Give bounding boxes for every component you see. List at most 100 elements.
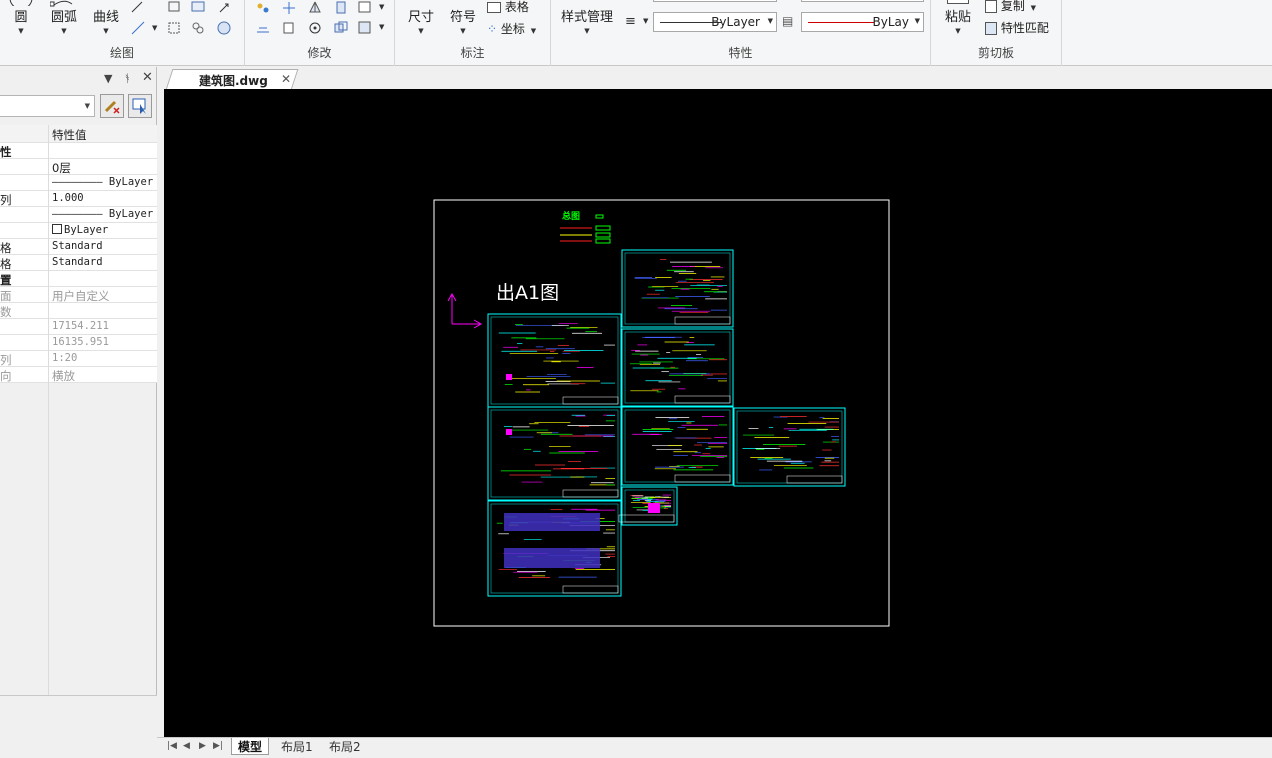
color-dropdown-icon[interactable]: ▼ bbox=[915, 17, 920, 25]
match-properties-button[interactable]: 特性匹配 bbox=[985, 19, 1049, 36]
sheet-titleblock bbox=[786, 475, 843, 484]
toggle-pickadd-button[interactable] bbox=[100, 94, 124, 118]
layer-color-icon[interactable]: ▤ bbox=[782, 14, 793, 28]
ucs-icon bbox=[447, 292, 483, 329]
property-row[interactable]: 向 横放 bbox=[0, 367, 157, 383]
paste-dropdown-icon[interactable]: ▼ bbox=[943, 26, 973, 36]
next-layout-icon[interactable]: ▶ bbox=[199, 741, 206, 751]
circle-button[interactable]: 圆 ▼ bbox=[8, 0, 34, 36]
copy-button[interactable]: 复制 ▼ bbox=[985, 0, 1036, 14]
property-row[interactable]: 性 bbox=[0, 143, 157, 159]
offset-icon[interactable] bbox=[255, 20, 271, 36]
property-row[interactable]: ———————— ByLayer bbox=[0, 207, 157, 223]
copy-dropdown-icon[interactable]: ▼ bbox=[1031, 4, 1036, 12]
style-manager-button[interactable]: 样式管理 ▼ bbox=[557, 0, 617, 36]
layout-tab[interactable]: 布局2 bbox=[323, 738, 367, 755]
property-value: Standard bbox=[52, 256, 103, 268]
property-row[interactable]: 0层 bbox=[0, 159, 157, 175]
explode-icon[interactable] bbox=[357, 20, 373, 36]
coord-dropdown-icon[interactable]: ▼ bbox=[531, 27, 536, 35]
coord-button[interactable]: ⁘ 坐标 ▼ bbox=[487, 20, 536, 37]
layout-tab[interactable]: 布局1 bbox=[275, 738, 319, 755]
value-column-header: 特性值 bbox=[52, 128, 87, 142]
property-row[interactable]: ———————— ByLayer bbox=[0, 175, 157, 191]
sheet-titleblock bbox=[562, 585, 619, 594]
symbol-button[interactable]: 符号 ▼ bbox=[449, 0, 477, 36]
property-row[interactable]: 置 bbox=[0, 271, 157, 287]
ribbon: 圆 ▼ 圆弧 ▼ 曲线 ▼ ▼ 绘图 ▼ ▼ 修改 尺寸 ▼ 符号 ▼ 表格 ⁘… bbox=[0, 0, 1272, 66]
property-row[interactable]: 格 Standard bbox=[0, 255, 157, 271]
elevation-fill bbox=[504, 513, 600, 531]
array-icon[interactable] bbox=[333, 20, 349, 36]
point-icon[interactable] bbox=[216, 0, 232, 16]
property-table: 特性值 性 0层 ———————— ByLayer 列 1.000 ———————— By… bbox=[0, 125, 157, 383]
circle-dropdown-icon[interactable]: ▼ bbox=[8, 26, 34, 36]
dimension-button[interactable]: 尺寸 ▼ bbox=[407, 0, 435, 36]
panel-close-icon[interactable]: ✕ bbox=[142, 70, 153, 85]
property-row[interactable]: 数 bbox=[0, 303, 157, 319]
selection-combo[interactable]: ▼ bbox=[0, 95, 95, 117]
selection-dropdown-icon[interactable]: ▼ bbox=[85, 102, 90, 110]
linetype-dropdown-icon[interactable]: ▼ bbox=[768, 17, 773, 25]
hatch-icon[interactable] bbox=[166, 0, 182, 16]
drawing-viewport[interactable]: 总图 出A1图 bbox=[164, 89, 1272, 737]
cloud-icon[interactable] bbox=[190, 20, 206, 36]
drawing-canvas[interactable]: 总图 出A1图 bbox=[164, 89, 1272, 737]
sheet-border bbox=[487, 406, 622, 501]
pin-icon[interactable]: ᚬ bbox=[124, 72, 131, 85]
sheet-titleblock bbox=[562, 489, 619, 498]
boundary-icon[interactable] bbox=[166, 20, 182, 36]
property-row[interactable]: 16135.951 bbox=[0, 335, 157, 351]
ray-dropdown-icon[interactable]: ▼ bbox=[152, 24, 157, 32]
sheet-border bbox=[621, 406, 734, 486]
property-value: Standard bbox=[52, 240, 103, 252]
property-row[interactable]: 列 1:20 bbox=[0, 351, 157, 367]
style-manager-dropdown-icon[interactable]: ▼ bbox=[557, 26, 617, 36]
curve-dropdown-icon[interactable]: ▼ bbox=[92, 26, 120, 36]
lineweight-icon[interactable]: ≡ bbox=[625, 14, 636, 29]
panel-menu-icon[interactable]: ▼ bbox=[104, 72, 112, 85]
property-row[interactable]: 面 用户自定义 bbox=[0, 287, 157, 303]
symbol-dropdown-icon[interactable]: ▼ bbox=[449, 26, 477, 36]
move-icon[interactable] bbox=[255, 0, 271, 16]
modify-group-title: 修改 bbox=[307, 46, 332, 60]
ray-icon[interactable] bbox=[130, 20, 146, 36]
property-row[interactable]: 格 Standard bbox=[0, 239, 157, 255]
table-button[interactable]: 表格 bbox=[487, 0, 529, 15]
annotate-group-title: 标注 bbox=[460, 46, 485, 60]
copy-object-icon[interactable] bbox=[281, 20, 297, 36]
arc-dropdown-icon[interactable]: ▼ bbox=[50, 26, 78, 36]
lineweight-dropdown-icon[interactable]: ▼ bbox=[643, 17, 648, 25]
linetype-combo[interactable]: ByLayer ▼ bbox=[653, 12, 777, 32]
mirror-icon[interactable] bbox=[307, 0, 323, 16]
region-icon[interactable] bbox=[190, 0, 206, 16]
ellipse-icon[interactable] bbox=[216, 20, 232, 36]
last-layout-icon[interactable]: ▶| bbox=[213, 741, 223, 751]
properties-panel: ▼ ᚬ ✕ ▼ 特性值 性 0层 ———————— ByLayer 列 1.000 ———… bbox=[0, 67, 157, 758]
trim-icon[interactable] bbox=[281, 0, 297, 16]
line-icon[interactable] bbox=[130, 0, 146, 16]
rotate-icon[interactable] bbox=[307, 20, 323, 36]
property-value: ByLayer bbox=[52, 224, 155, 236]
layout-tab[interactable]: 模型 bbox=[231, 738, 270, 755]
property-row[interactable]: 列 1.000 bbox=[0, 191, 157, 207]
paste-button[interactable]: 粘贴 ▼ bbox=[943, 0, 973, 36]
property-row[interactable]: 17154.211 bbox=[0, 319, 157, 335]
rectangle-dropdown-icon[interactable]: ▼ bbox=[379, 3, 384, 11]
property-row[interactable]: ByLayer bbox=[0, 223, 157, 239]
document-tab-label[interactable]: 建筑图.dwg bbox=[199, 72, 268, 89]
color-combo[interactable]: ByLay ▼ bbox=[801, 12, 924, 32]
linetype-combo-top bbox=[653, 0, 777, 2]
dimension-dropdown-icon[interactable]: ▼ bbox=[407, 26, 435, 36]
property-key: 格 bbox=[0, 241, 12, 255]
rectangle-icon[interactable] bbox=[357, 0, 373, 16]
first-layout-icon[interactable]: |◀ bbox=[167, 741, 177, 751]
document-close-icon[interactable]: ✕ bbox=[281, 72, 291, 86]
explode-dropdown-icon[interactable]: ▼ bbox=[379, 23, 384, 31]
prev-layout-icon[interactable]: ◀ bbox=[183, 741, 190, 751]
stretch-icon[interactable] bbox=[333, 0, 349, 16]
curve-button[interactable]: 曲线 ▼ bbox=[92, 0, 120, 36]
panel-header: ▼ ᚬ ✕ bbox=[0, 67, 157, 91]
arc-button[interactable]: 圆弧 ▼ bbox=[50, 0, 78, 36]
select-objects-button[interactable] bbox=[128, 94, 152, 118]
